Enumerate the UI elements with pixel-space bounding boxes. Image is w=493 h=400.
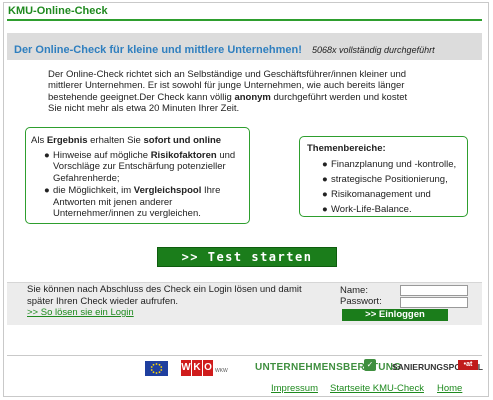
login-info: Sie können nach Abschluss des Check ein … [27, 284, 327, 319]
results-list: ● Hinweise auf mögliche Risikofaktoren un… [44, 150, 246, 220]
name-input[interactable] [400, 285, 468, 296]
title-divider [7, 19, 482, 21]
list-item: ● Risikomanagement und [322, 187, 456, 202]
wko-letter: W [181, 360, 191, 376]
eu-stars-icon [145, 361, 168, 376]
password-label: Passwort: [340, 296, 382, 307]
get-login-link[interactable]: >> So lösen sie ein Login [27, 307, 327, 319]
check-icon: ✓ [364, 359, 376, 371]
wko-tag: WKW [215, 368, 228, 374]
unternehmensberatung-logo[interactable]: UNTERNEHMENSBERATUNG [255, 362, 401, 373]
list-item: ● die Möglichkeit, im Vergleichspool Ihre… [44, 185, 246, 219]
bullet-icon: ● [322, 159, 328, 170]
bullet1-pre: Hinweise auf mögliche [53, 150, 151, 161]
usage-count: 5068x vollständig durchgeführt [312, 45, 435, 55]
bullet-icon: ● [44, 150, 50, 161]
bullet1-bold: Risikofaktoren [150, 150, 217, 161]
sanierungsportal-mark-icon: •at [458, 360, 478, 370]
bullet2-pre: die Möglichkeit, im [53, 185, 134, 197]
bullet2-bold: Vergleichspool [133, 185, 202, 197]
bullet-icon: ● [44, 185, 50, 197]
wko-letter: K [192, 360, 202, 376]
results-lead-mid: erhalten Sie [87, 135, 144, 146]
list-item: ● Work-Life-Balance. [322, 202, 456, 217]
intro-anonym: anonym [234, 91, 271, 103]
bullet-icon: ● [322, 204, 328, 215]
results-lead-bold1: Ergebnis [46, 135, 88, 146]
name-label: Name: [340, 285, 368, 296]
topic-label: Risikomanagement und [331, 189, 431, 200]
password-input[interactable] [400, 297, 468, 308]
topic-label: Work-Life-Balance. [331, 204, 412, 215]
results-box: Als Ergebnis erhalten Sie sofort und onl… [25, 127, 250, 224]
wko-letter: O [203, 360, 213, 376]
page-title: Der Online-Check für kleine und mittlere… [14, 44, 302, 56]
results-lead-pre: Als [31, 135, 47, 146]
app-title: KMU-Online-Check [8, 5, 108, 17]
login-description: Sie können nach Abschluss des Check ein … [27, 284, 302, 307]
start-test-button[interactable]: >> Test starten [157, 247, 337, 267]
topic-label: strategische Positionierung, [331, 174, 448, 185]
intro-text: Der Online-Check richtet sich an Selbstä… [48, 69, 420, 115]
bullet-icon: ● [322, 189, 328, 200]
topics-box: Themenbereiche: ● Finanzplanung und -kont… [299, 136, 468, 217]
login-button[interactable]: >> Einloggen [342, 309, 448, 321]
footer-link-home[interactable]: Home [437, 383, 462, 394]
list-item: ● Finanzplanung und -kontrolle, [322, 157, 457, 172]
results-lead-bold2: sofort und online [143, 135, 222, 146]
eu-flag-logo[interactable] [145, 361, 168, 376]
list-item: ● Hinweise auf mögliche Risikofaktoren un… [44, 150, 246, 184]
topics-list: ● Finanzplanung und -kontrolle, ● strategi… [322, 157, 457, 217]
results-lead: Als Ergebnis erhalten Sie sofort und onl… [31, 135, 221, 146]
bullet-icon: ● [322, 174, 328, 185]
topic-label: Finanzplanung und -kontrolle, [331, 159, 457, 170]
topics-title: Themenbereiche: [307, 143, 386, 154]
footer-link-impressum[interactable]: Impressum [271, 383, 318, 394]
wko-logo[interactable]: W K O [181, 360, 214, 376]
footer-link-startseite[interactable]: Startseite KMU-Check [330, 383, 424, 394]
list-item: ● strategische Positionierung, [322, 172, 456, 187]
logos-divider [7, 355, 482, 356]
